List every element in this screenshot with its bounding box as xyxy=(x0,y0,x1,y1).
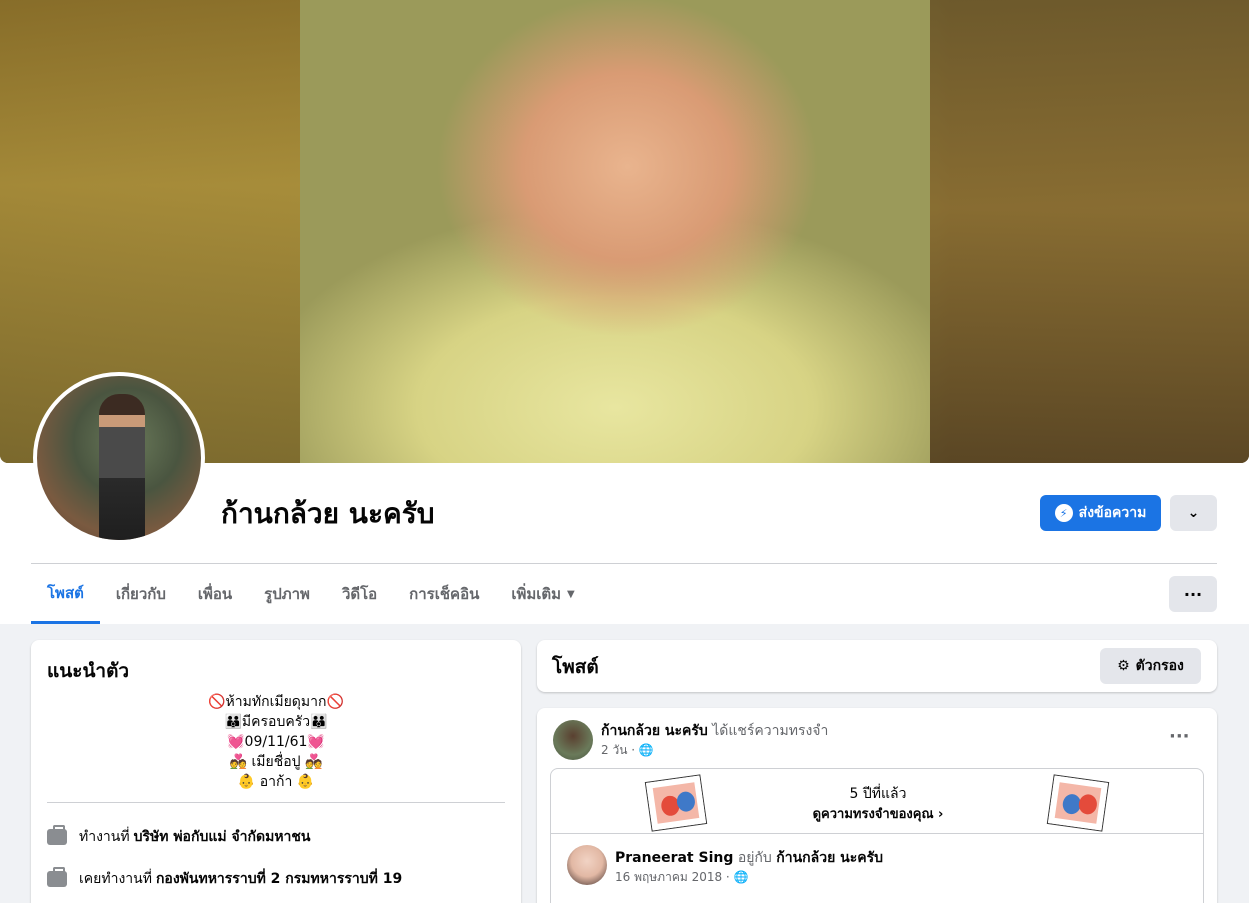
bio-line: 👪มีครอบครัว👪 xyxy=(224,714,328,730)
shared-meta: 16 พฤษภาคม 2018 · 🌐 xyxy=(615,868,749,887)
work-current: ทำงานที่ บริษัท พ่อกับแม่ จำกัดมหาชน xyxy=(47,825,311,848)
memory-banner: 5 ปีที่แล้ว ดูความทรงจำของคุณ › xyxy=(551,769,1203,834)
cover-image xyxy=(300,0,930,463)
memory-illustration-right xyxy=(1047,775,1109,831)
posts-title: โพสต์ xyxy=(552,656,599,678)
globe-icon: 🌐 xyxy=(733,870,749,884)
shared-author-line: Praneerat Sing อยู่กับ ก้านกล้วย นะครับ xyxy=(615,847,883,869)
tab-more[interactable]: เพิ่มเติม ▼ xyxy=(495,564,590,624)
avatar-person xyxy=(99,394,145,540)
profile-avatar[interactable] xyxy=(33,372,205,544)
tab-more-label: เพิ่มเติม xyxy=(511,585,562,603)
post-author-line: ก้านกล้วย นะครับ ได้แชร์ความทรงจำ xyxy=(601,720,828,742)
shared-date[interactable]: 16 พฤษภาคม 2018 · xyxy=(615,870,730,884)
work-company-link[interactable]: บริษัท พ่อกับแม่ จำกัดมหาชน xyxy=(134,826,311,848)
tab-posts[interactable]: โพสต์ xyxy=(31,564,100,624)
work-prefix: ทำงานที่ xyxy=(79,829,130,845)
post-time[interactable]: 2 วัน · xyxy=(601,743,635,757)
cover-blur-right xyxy=(930,0,1249,463)
shared-author-avatar[interactable] xyxy=(567,845,607,885)
globe-icon: 🌐 xyxy=(638,743,654,757)
bio-line: 💑 เมียชื่อปู 💑 xyxy=(229,754,323,770)
posts-header-card: โพสต์ ⚙ ตัวกรอง xyxy=(537,640,1217,692)
shared-author-link[interactable]: Praneerat Sing xyxy=(615,850,733,866)
filter-label: ตัวกรอง xyxy=(1135,658,1184,674)
post-author-avatar[interactable] xyxy=(553,720,593,760)
filter-icon: ⚙ xyxy=(1117,658,1130,674)
bio-line: 👶 อาก้า 👶 xyxy=(237,774,315,790)
memory-box[interactable]: 5 ปีที่แล้ว ดูความทรงจำของคุณ › Praneera… xyxy=(550,768,1204,903)
memory-see-label: ดูความทรงจำของคุณ xyxy=(812,807,934,822)
intro-title: แนะนำตัว xyxy=(47,660,130,682)
shared-with: อยู่กับ xyxy=(737,850,772,866)
post-meta: 2 วัน · 🌐 xyxy=(601,741,654,760)
chevron-down-icon: ⌄ xyxy=(1187,505,1200,521)
bio-line: 💓09/11/61💓 xyxy=(227,734,325,750)
tab-photos[interactable]: รูปภาพ xyxy=(248,564,326,624)
tab-about[interactable]: เกี่ยวกับ xyxy=(100,564,182,624)
bio-line: 🚫ห้ามทักเมียดุมาก🚫 xyxy=(208,694,344,710)
profile-header: ก้านกล้วย นะครับ ⚡ ส่งข้อความ ⌄ โพสต์ เก… xyxy=(0,0,1249,624)
tabs-more-options-button[interactable]: ··· xyxy=(1169,576,1217,612)
intro-card: แนะนำตัว 🚫ห้ามทักเมียดุมาก🚫 👪มีครอบครัว👪… xyxy=(31,640,521,903)
work-past: เคยทำงานที่ กองพันทหารราบที่ 2 กรมทหารรา… xyxy=(47,867,402,890)
caret-down-icon: ▼ xyxy=(567,588,575,600)
send-message-label: ส่งข้อความ xyxy=(1078,505,1147,521)
more-dots-icon: ··· xyxy=(1183,584,1203,604)
send-message-button[interactable]: ⚡ ส่งข้อความ xyxy=(1040,495,1161,531)
tab-checkins[interactable]: การเช็คอิน xyxy=(393,564,495,624)
work-past-company-link[interactable]: กองพันทหารราบที่ 2 กรมทหารราบที่ 19 xyxy=(156,868,402,890)
post-author-link[interactable]: ก้านกล้วย นะครับ xyxy=(601,723,708,739)
tab-friends[interactable]: เพื่อน xyxy=(182,564,248,624)
cover-photo[interactable] xyxy=(0,0,1249,463)
briefcase-icon xyxy=(47,825,67,845)
shared-tagged-link[interactable]: ก้านกล้วย นะครับ xyxy=(776,850,883,866)
intro-bio: 🚫ห้ามทักเมียดุมาก🚫 👪มีครอบครัว👪 💓09/11/6… xyxy=(47,692,505,792)
post-options-button[interactable]: ··· xyxy=(1169,726,1190,747)
briefcase-icon xyxy=(47,867,67,887)
memory-see-link[interactable]: ดูความทรงจำของคุณ › xyxy=(551,803,1203,824)
intro-divider xyxy=(47,802,505,803)
profile-tabs: โพสต์ เกี่ยวกับ เพื่อน รูปภาพ วิดีโอ การ… xyxy=(31,564,591,624)
post-action: ได้แชร์ความทรงจำ xyxy=(712,723,829,739)
chevron-right-icon: › xyxy=(938,807,944,822)
messenger-icon: ⚡ xyxy=(1054,504,1073,522)
post-card: ก้านกล้วย นะครับ ได้แชร์ความทรงจำ 2 วัน … xyxy=(537,708,1217,903)
profile-dropdown-button[interactable]: ⌄ xyxy=(1170,495,1217,531)
filter-button[interactable]: ⚙ ตัวกรอง xyxy=(1100,648,1201,684)
tab-videos[interactable]: วิดีโอ xyxy=(326,564,393,624)
profile-name: ก้านกล้วย นะครับ xyxy=(221,497,435,530)
work-past-prefix: เคยทำงานที่ xyxy=(79,871,152,887)
